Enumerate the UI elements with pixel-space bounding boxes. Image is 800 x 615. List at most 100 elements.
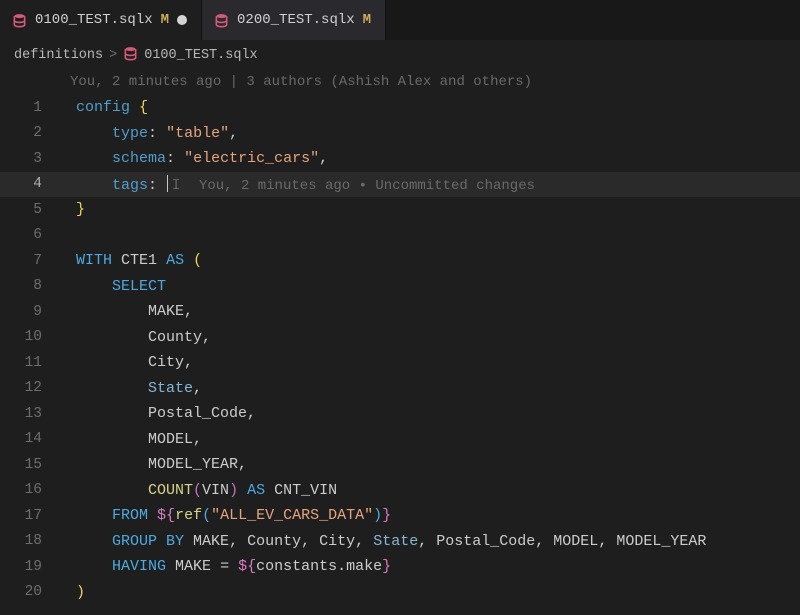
identifier: VIN [202,482,229,499]
inline-blame: You, 2 minutes ago • Uncommitted changes [183,178,535,194]
keyword: FROM [112,507,148,524]
interp-close: } [382,507,391,524]
interp-close: } [382,558,391,575]
identifier: MAKE [175,558,211,575]
line-number: 16 [0,483,58,498]
database-icon [123,46,138,66]
editor-tabs: 0100_TEST.sqlx M 0200_TEST.sqlx M [0,0,800,40]
code-line[interactable]: 9 MAKE, [0,299,800,325]
identifier: Postal_Code [148,405,247,422]
paren: ( [193,252,202,269]
keyword: WITH [76,252,112,269]
text-cursor [167,175,168,192]
i-beam-icon: 𝙸 [171,178,181,194]
prop-key: schema [112,150,166,167]
breadcrumb-folder[interactable]: definitions [14,49,103,63]
identifier: make [346,558,382,575]
code-line[interactable]: 11 City, [0,350,800,376]
code-line[interactable]: 15 MODEL_YEAR, [0,452,800,478]
code-line[interactable]: 18 GROUP BY MAKE, County, City, State, P… [0,529,800,555]
breadcrumb: definitions > 0100_TEST.sqlx [0,40,800,70]
paren: ) [76,584,85,601]
code-line[interactable]: 13 Postal_Code, [0,401,800,427]
identifier: City [148,354,184,371]
identifier: MODEL_YEAR [148,456,238,473]
identifier: State [148,380,193,397]
line-number: 3 [0,152,58,167]
line-number: 19 [0,560,58,575]
paren: ( [193,482,202,499]
line-number: 9 [0,305,58,320]
line-number: 7 [0,254,58,269]
line-number: 1 [0,101,58,116]
paren: ) [229,482,238,499]
line-number: 5 [0,203,58,218]
brace-close: } [76,201,85,218]
keyword: GROUP BY [112,533,184,550]
identifier: County [148,329,202,346]
string-literal: "electric_cars" [184,150,319,167]
line-number: 14 [0,432,58,447]
code-line[interactable]: 10 County, [0,325,800,351]
identifier: MAKE [148,303,184,320]
code-line[interactable]: 17 FROM ${ref("ALL_EV_CARS_DATA")} [0,503,800,529]
line-number: 13 [0,407,58,422]
code-line[interactable]: 3 schema: "electric_cars", [0,146,800,172]
code-line[interactable]: 20 ) [0,580,800,606]
config-keyword: config [76,99,130,116]
tab-status: M [161,13,169,27]
code-line[interactable]: 14 MODEL, [0,427,800,453]
code-line[interactable]: 8 SELECT [0,274,800,300]
code-line[interactable]: 12 State, [0,376,800,402]
paren: ( [202,507,211,524]
keyword: SELECT [112,278,166,295]
interp-open: ${ [238,558,256,575]
line-number: 8 [0,279,58,294]
line-number: 4 [0,177,58,192]
brace-open: { [139,99,148,116]
operator: = [220,558,229,575]
keyword: HAVING [112,558,166,575]
code-line[interactable]: 5 } [0,197,800,223]
line-number: 17 [0,509,58,524]
line-number: 20 [0,585,58,600]
interp-open: ${ [157,507,175,524]
code-line[interactable]: 2 type: "table", [0,121,800,147]
database-icon [214,13,229,28]
code-line[interactable]: 19 HAVING MAKE = ${constants.make} [0,554,800,580]
line-number: 11 [0,356,58,371]
line-number: 10 [0,330,58,345]
breadcrumb-file[interactable]: 0100_TEST.sqlx [144,49,257,63]
tab-label: 0200_TEST.sqlx [237,13,355,27]
line-number: 18 [0,534,58,549]
tab-label: 0100_TEST.sqlx [35,13,153,27]
identifier: CNT_VIN [274,482,337,499]
string-literal: "ALL_EV_CARS_DATA" [211,507,373,524]
paren: ) [373,507,382,524]
line-number: 2 [0,126,58,141]
line-number: 6 [0,228,58,243]
code-line[interactable]: 1 config { [0,95,800,121]
line-number: 12 [0,381,58,396]
identifier: constants [256,558,337,575]
prop-key: type [112,125,148,142]
string-literal: "table" [166,125,229,142]
function: ref [175,507,202,524]
blame-header: You, 2 minutes ago | 3 authors (Ashish A… [58,75,532,89]
tab-0100-test[interactable]: 0100_TEST.sqlx M [0,0,202,40]
identifier: MODEL [148,431,193,448]
prop-key: tags [112,177,148,194]
function: COUNT [148,482,193,499]
line-number: 15 [0,458,58,473]
code-line[interactable]: 6 [0,223,800,249]
blame-header-row: You, 2 minutes ago | 3 authors (Ashish A… [0,70,800,96]
database-icon [12,13,27,28]
text [58,99,76,116]
code-line-current[interactable]: 4 tags: 𝙸You, 2 minutes ago • Uncommitte… [0,172,800,198]
keyword: AS [166,252,184,269]
dirty-dot-icon [177,15,187,25]
code-editor[interactable]: You, 2 minutes ago | 3 authors (Ashish A… [0,70,800,615]
tab-0200-test[interactable]: 0200_TEST.sqlx M [202,0,386,40]
code-line[interactable]: 16 COUNT(VIN) AS CNT_VIN [0,478,800,504]
code-line[interactable]: 7 WITH CTE1 AS ( [0,248,800,274]
